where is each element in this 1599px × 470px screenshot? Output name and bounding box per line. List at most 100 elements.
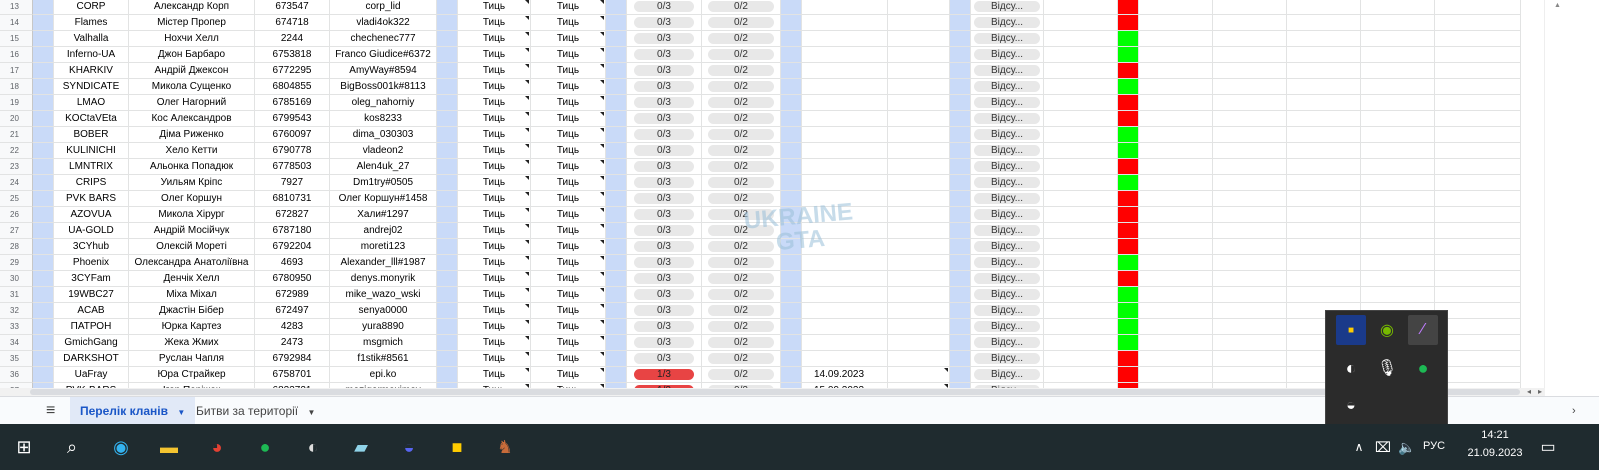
chip-s2[interactable]: 0/2: [708, 145, 774, 156]
empty-cell[interactable]: [781, 335, 802, 351]
chip-cell-v[interactable]: Відсу...: [971, 175, 1044, 191]
chip-cell-s1[interactable]: 0/3: [627, 287, 702, 303]
chip-s1[interactable]: 0/3: [634, 145, 694, 156]
empty-cell[interactable]: [1044, 15, 1118, 31]
cell-t1[interactable]: Тиць: [458, 95, 531, 111]
dropdown-triangle-icon[interactable]: [525, 272, 529, 276]
chip-cell-s2[interactable]: 0/2: [702, 175, 781, 191]
empty-cell[interactable]: [1044, 47, 1118, 63]
chip-cell-s2[interactable]: 0/2: [702, 303, 781, 319]
cell-nick[interactable]: msgmich: [330, 335, 437, 351]
chip-s1[interactable]: 1/3: [634, 369, 694, 380]
dropdown-triangle-icon[interactable]: [525, 368, 529, 372]
cell-t2[interactable]: Тиць: [531, 95, 606, 111]
empty-cell[interactable]: [33, 319, 54, 335]
cell-t1[interactable]: Тиць: [458, 79, 531, 95]
empty-cell[interactable]: [950, 207, 971, 223]
empty-cell[interactable]: [781, 367, 802, 383]
empty-cell[interactable]: [1139, 0, 1213, 15]
empty-cell[interactable]: [1435, 127, 1521, 143]
chip-cell-s2[interactable]: 0/2: [702, 319, 781, 335]
cell-n[interactable]: 26: [0, 207, 33, 223]
chip-cell-s1[interactable]: 0/3: [627, 207, 702, 223]
cell-nick[interactable]: oleg_nahorniy: [330, 95, 437, 111]
cell-n[interactable]: 17: [0, 63, 33, 79]
discord-icon[interactable]: ◒: [1336, 391, 1366, 421]
empty-cell[interactable]: [1044, 191, 1118, 207]
empty-cell[interactable]: [1287, 0, 1361, 15]
chip-s1[interactable]: 0/3: [634, 353, 694, 364]
cell-t2[interactable]: Тиць: [531, 335, 606, 351]
chip-cell-v[interactable]: Відсу...: [971, 95, 1044, 111]
game-taskbar-icon[interactable]: ■: [443, 433, 471, 461]
empty-cell[interactable]: [950, 63, 971, 79]
chip-v[interactable]: Відсу...: [974, 97, 1040, 108]
cell-leader[interactable]: Джон Барбаро: [129, 47, 255, 63]
cell-n[interactable]: 30: [0, 271, 33, 287]
empty-cell[interactable]: [1139, 223, 1213, 239]
cell-leader[interactable]: Уильям Кріпс: [129, 175, 255, 191]
empty-cell[interactable]: [950, 15, 971, 31]
chip-cell-v[interactable]: Відсу...: [971, 63, 1044, 79]
scroll-right-arrow-icon[interactable]: ▸: [1538, 387, 1542, 396]
chip-cell-s1[interactable]: 0/3: [627, 159, 702, 175]
chip-v[interactable]: Відсу...: [974, 81, 1040, 92]
chip-cell-v[interactable]: Відсу...: [971, 335, 1044, 351]
chip-cell-s1[interactable]: 0/3: [627, 223, 702, 239]
empty-cell[interactable]: [876, 159, 950, 175]
chip-v[interactable]: Відсу...: [974, 65, 1040, 76]
empty-cell[interactable]: [606, 335, 627, 351]
search-icon[interactable]: ⌕: [58, 433, 86, 461]
empty-cell[interactable]: [437, 255, 458, 271]
empty-cell[interactable]: [1435, 159, 1521, 175]
empty-cell[interactable]: [606, 271, 627, 287]
dropdown-triangle-icon[interactable]: [525, 240, 529, 244]
chip-v[interactable]: Відсу...: [974, 129, 1040, 140]
chip-cell-s2[interactable]: 0/2: [702, 47, 781, 63]
cell-t1[interactable]: Тиць: [458, 111, 531, 127]
chip-cell-v[interactable]: Відсу...: [971, 0, 1044, 15]
empty-cell[interactable]: [1361, 31, 1435, 47]
empty-cell[interactable]: [606, 367, 627, 383]
cell-t2[interactable]: Тиць: [531, 15, 606, 31]
chip-cell-s1[interactable]: 0/3: [627, 95, 702, 111]
dropdown-triangle-icon[interactable]: [600, 64, 604, 68]
volume-icon[interactable]: 🔈: [1393, 433, 1421, 461]
empty-cell[interactable]: [606, 0, 627, 15]
empty-cell[interactable]: [437, 159, 458, 175]
empty-cell[interactable]: [1287, 15, 1361, 31]
cell-nick[interactable]: chechenec777: [330, 31, 437, 47]
empty-cell[interactable]: [437, 31, 458, 47]
chip-s2[interactable]: 0/2: [708, 321, 774, 332]
cell-n[interactable]: 32: [0, 303, 33, 319]
chip-cell-s1[interactable]: 0/3: [627, 127, 702, 143]
dropdown-triangle-icon[interactable]: [600, 176, 604, 180]
cell-t1[interactable]: Тиць: [458, 0, 531, 15]
empty-cell[interactable]: [1213, 367, 1287, 383]
chip-cell-s1[interactable]: 0/3: [627, 31, 702, 47]
empty-cell[interactable]: [1213, 255, 1287, 271]
cell-leader[interactable]: Олег Нагорний: [129, 95, 255, 111]
cell-nick[interactable]: BigBoss001k#8113: [330, 79, 437, 95]
empty-cell[interactable]: [606, 255, 627, 271]
empty-cell[interactable]: [781, 31, 802, 47]
empty-cell[interactable]: [781, 127, 802, 143]
chip-cell-s2[interactable]: 0/2: [702, 31, 781, 47]
cell-leader[interactable]: Микола Хірург: [129, 207, 255, 223]
chip-s1[interactable]: 0/3: [634, 337, 694, 348]
empty-cell[interactable]: [876, 303, 950, 319]
empty-cell[interactable]: [437, 335, 458, 351]
chip-s1[interactable]: 0/3: [634, 289, 694, 300]
cell-clan[interactable]: Phoenix: [54, 255, 129, 271]
dropdown-triangle-icon[interactable]: [600, 96, 604, 100]
chip-cell-s1[interactable]: 0/3: [627, 79, 702, 95]
nvidia-icon[interactable]: ◉: [1372, 315, 1402, 345]
dropdown-triangle-icon[interactable]: [525, 224, 529, 228]
cell-nick[interactable]: yura8890: [330, 319, 437, 335]
empty-cell[interactable]: [606, 351, 627, 367]
cell-t1[interactable]: Тиць: [458, 143, 531, 159]
empty-cell[interactable]: [606, 47, 627, 63]
empty-cell[interactable]: [437, 351, 458, 367]
cell-id[interactable]: 674718: [255, 15, 330, 31]
empty-cell[interactable]: [1361, 79, 1435, 95]
